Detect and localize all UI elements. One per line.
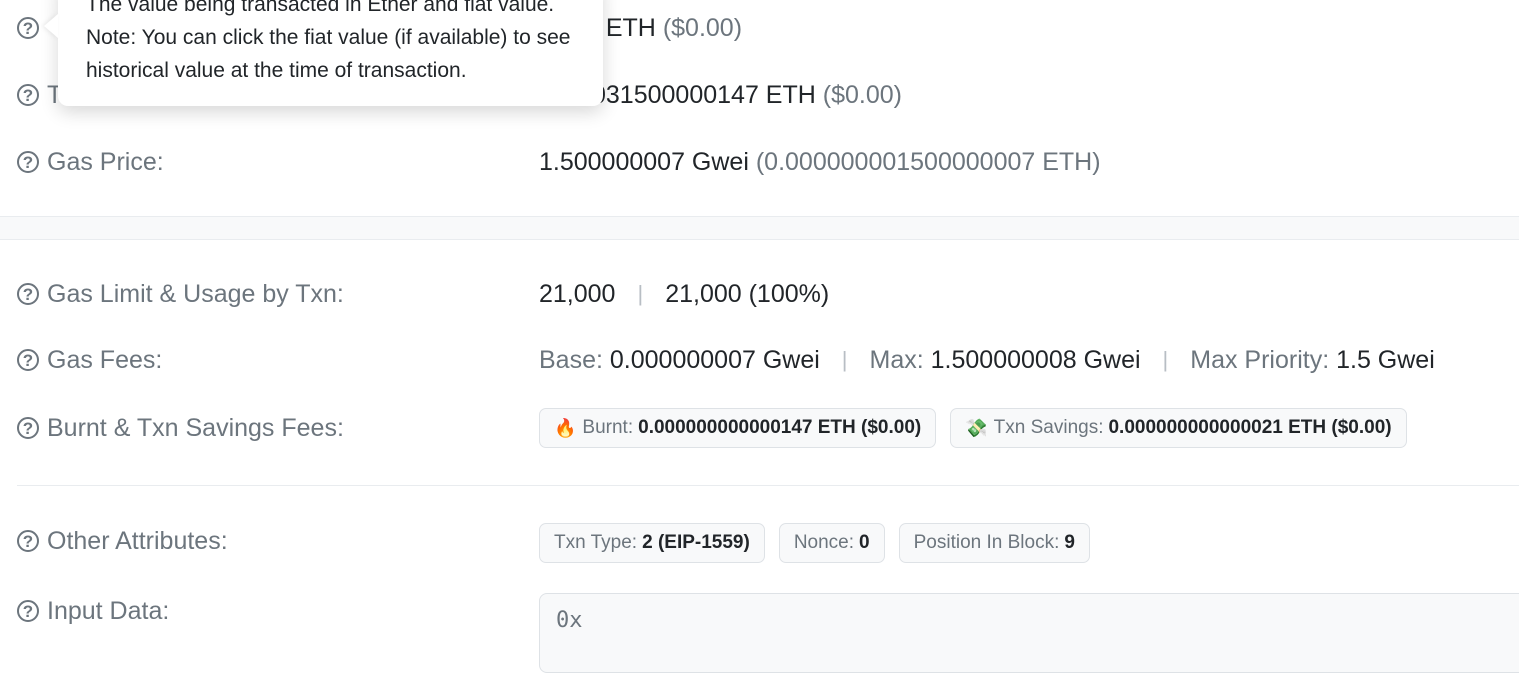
separator: | xyxy=(1162,347,1169,372)
burnt-savings-value: 🔥 Burnt: 0.000000000000147 ETH ($0.00) 💸… xyxy=(539,408,1421,448)
section-divider xyxy=(17,485,1519,486)
gas-usage-amount: 21,000 (100%) xyxy=(665,279,830,308)
gas-price-value: 1.500000007 Gwei (0.000000001500000007 E… xyxy=(539,142,1101,182)
gas-limit-row: ? Gas Limit & Usage by Txn: 21,000 | 21,… xyxy=(0,274,1519,314)
burnt-savings-label: ? Burnt & Txn Savings Fees: xyxy=(17,408,344,448)
savings-value: 0.000000000000021 ETH ($0.00) xyxy=(1108,417,1392,438)
txn-fee-eth: 031500000147 ETH xyxy=(592,80,816,109)
gas-limit-amount: 21,000 xyxy=(539,279,616,308)
separator: | xyxy=(637,281,644,306)
txn-type-badge: Txn Type: 2 (EIP-1559) xyxy=(539,523,765,563)
input-data-box[interactable]: 0x xyxy=(539,593,1519,673)
gas-limit-label: ? Gas Limit & Usage by Txn: xyxy=(17,274,344,314)
nonce-badge: Nonce: 0 xyxy=(778,523,885,563)
other-attributes-label-text: Other Attributes: xyxy=(47,526,228,555)
gas-price-row: ? Gas Price: 1.500000007 Gwei (0.0000000… xyxy=(0,142,1519,182)
txn-type-value: 2 (EIP-1559) xyxy=(642,532,750,553)
max-priority-key: Max Priority: xyxy=(1190,345,1330,374)
question-circle-icon[interactable]: ? xyxy=(17,530,39,552)
nonce-value: 0 xyxy=(859,532,870,553)
position-badge: Position In Block: 9 xyxy=(898,523,1090,563)
position-key: Position In Block: xyxy=(913,532,1060,553)
input-data-label-text: Input Data: xyxy=(47,596,170,625)
gas-price-gwei: 1.500000007 Gwei xyxy=(539,147,749,176)
max-fee-value: 1.500000008 Gwei xyxy=(930,345,1141,374)
burnt-fee-badge: 🔥 Burnt: 0.000000000000147 ETH ($0.00) xyxy=(539,408,937,448)
other-attributes-value: Txn Type: 2 (EIP-1559) Nonce: 0 Position… xyxy=(539,523,1104,563)
value-fiat[interactable]: ($0.00) xyxy=(663,14,742,43)
question-circle-icon[interactable]: ? xyxy=(17,600,39,622)
burnt-key: Burnt: xyxy=(582,417,634,438)
other-attributes-label: ? Other Attributes: xyxy=(17,521,228,561)
gas-fees-row: ? Gas Fees: Base: 0.000000007 Gwei | Max… xyxy=(0,340,1519,380)
input-data-label: ? Input Data: xyxy=(17,591,169,631)
nonce-key: Nonce: xyxy=(793,532,855,553)
question-circle-icon[interactable]: ? xyxy=(17,84,39,106)
input-data-value: 0x xyxy=(556,608,583,633)
gas-price-label: ? Gas Price: xyxy=(17,142,164,182)
fire-icon: 🔥 xyxy=(554,417,577,438)
gas-limit-label-text: Gas Limit & Usage by Txn: xyxy=(47,279,344,308)
gas-limit-value: 21,000 | 21,000 (100%) xyxy=(539,274,829,314)
txn-fee-amount: 031500000147 ETH ($0.00) xyxy=(592,75,902,115)
gas-fees-label: ? Gas Fees: xyxy=(17,340,162,380)
burnt-savings-label-text: Burnt & Txn Savings Fees: xyxy=(47,413,344,442)
burnt-savings-row: ? Burnt & Txn Savings Fees: 🔥 Burnt: 0.0… xyxy=(0,408,1519,448)
gas-fees-label-text: Gas Fees: xyxy=(47,345,163,374)
question-circle-icon[interactable]: ? xyxy=(17,283,39,305)
section-divider-band xyxy=(0,216,1519,240)
txn-fee-label: ? T xyxy=(17,75,62,115)
other-attributes-row: ? Other Attributes: Txn Type: 2 (EIP-155… xyxy=(0,521,1519,563)
savings-icon: 💸 xyxy=(965,417,988,438)
base-fee-key: Base: xyxy=(539,345,603,374)
savings-key: Txn Savings: xyxy=(993,417,1104,438)
max-priority-value: 1.5 Gwei xyxy=(1336,345,1435,374)
tooltip-line-2: Note: You can click the fiat value (if a… xyxy=(86,26,571,82)
tooltip-arrow xyxy=(44,14,58,38)
question-circle-icon[interactable]: ? xyxy=(17,17,39,39)
txn-savings-badge: 💸 Txn Savings: 0.000000000000021 ETH ($0… xyxy=(950,408,1407,448)
burnt-value: 0.000000000000147 ETH ($0.00) xyxy=(638,417,922,438)
value-label: ? xyxy=(17,8,47,48)
gas-fees-value: Base: 0.000000007 Gwei | Max: 1.50000000… xyxy=(539,340,1435,380)
separator: | xyxy=(841,347,848,372)
txn-fee-fiat[interactable]: ($0.00) xyxy=(823,81,902,110)
value-tooltip: The value being transacted in Ether and … xyxy=(58,0,603,106)
question-circle-icon[interactable]: ? xyxy=(17,349,39,371)
max-fee-key: Max: xyxy=(869,345,924,374)
base-fee-value: 0.000000007 Gwei xyxy=(609,345,820,374)
gas-price-label-text: Gas Price: xyxy=(47,147,164,176)
tooltip-line-1: The value being transacted in Ether and … xyxy=(86,0,555,16)
question-circle-icon[interactable]: ? xyxy=(17,151,39,173)
txn-type-key: Txn Type: xyxy=(554,532,638,553)
position-value: 9 xyxy=(1064,532,1075,553)
gas-price-eth: (0.000000001500000007 ETH) xyxy=(755,147,1101,176)
question-circle-icon[interactable]: ? xyxy=(17,417,39,439)
value-amount: 5 ETH ($0.00) xyxy=(585,8,742,48)
